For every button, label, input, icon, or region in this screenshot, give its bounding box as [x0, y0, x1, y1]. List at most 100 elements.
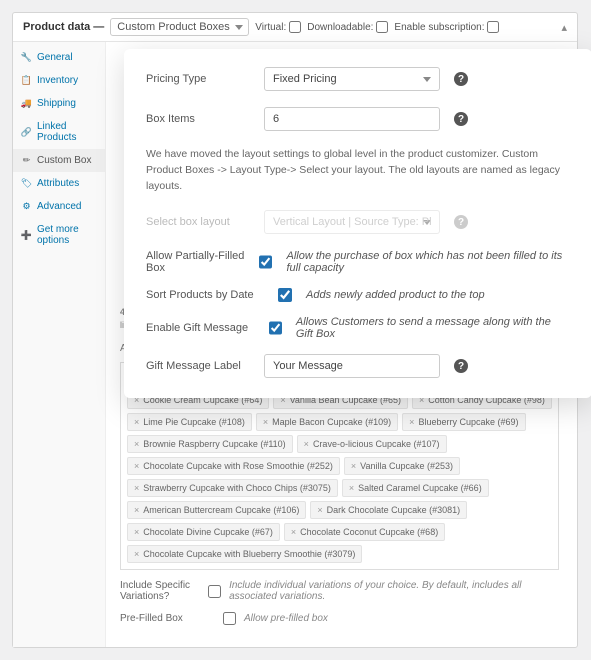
- allow-partial-desc: Allow the purchase of box which has not …: [286, 250, 570, 274]
- sidebar-item-label: Inventory: [37, 75, 78, 86]
- sidebar-item-label: Advanced: [37, 201, 81, 212]
- link-icon: 🔗: [21, 127, 32, 138]
- close-icon[interactable]: ×: [291, 527, 296, 537]
- product-tag-label: Vanilla Cupcake (#253): [360, 461, 453, 471]
- allow-partial-checkbox[interactable]: [259, 255, 272, 269]
- help-icon[interactable]: ?: [454, 359, 468, 373]
- select-layout-label: Select box layout: [146, 216, 250, 228]
- close-icon[interactable]: ×: [134, 483, 139, 493]
- product-tag[interactable]: × Blueberry Cupcake (#69): [402, 413, 525, 431]
- virtual-checkbox[interactable]: [289, 21, 301, 33]
- product-data-panel: Product data — Custom Product Boxes Virt…: [12, 12, 578, 648]
- include-variations-desc: Include individual variations of your ch…: [229, 580, 559, 602]
- close-icon[interactable]: ×: [134, 461, 139, 471]
- wrench-icon: 🔧: [21, 52, 32, 63]
- product-tag[interactable]: × Chocolate Coconut Cupcake (#68): [284, 523, 445, 541]
- product-tag[interactable]: ×Chocolate Cupcake with Blueberry Smooth…: [127, 545, 362, 563]
- panel-collapse-caret[interactable]: ▴: [561, 21, 567, 34]
- product-tag-label: Chocolate Coconut Cupcake (#68): [300, 527, 438, 537]
- panel-header: Product data — Custom Product Boxes Virt…: [13, 13, 577, 42]
- gift-message-label-label: Gift Message Label: [146, 360, 250, 372]
- close-icon[interactable]: ×: [304, 439, 309, 449]
- prefilled-checkbox[interactable]: [223, 612, 236, 625]
- product-tag[interactable]: × Maple Bacon Cupcake (#109): [256, 413, 398, 431]
- custom-box-settings-card: Pricing Type Fixed Pricing ? Box Items ?…: [124, 49, 591, 398]
- include-variations-row: Include Specific Variations? Include ind…: [120, 580, 559, 602]
- downloadable-toggle[interactable]: Downloadable:: [307, 21, 388, 33]
- sidebar-item-general[interactable]: 🔧 General: [13, 46, 105, 69]
- product-tag-label: Crave-o-licious Cupcake (#107): [313, 439, 440, 449]
- product-tag[interactable]: × Salted Caramel Cupcake (#66): [342, 479, 489, 497]
- include-variations-checkbox[interactable]: [208, 585, 221, 598]
- product-tag-label: Chocolate Divine Cupcake (#67): [143, 527, 273, 537]
- close-icon[interactable]: ×: [409, 417, 414, 427]
- pricing-type-label: Pricing Type: [146, 73, 250, 85]
- sidebar-item-shipping[interactable]: 🚚Shipping: [13, 92, 105, 115]
- downloadable-checkbox[interactable]: [376, 21, 388, 33]
- product-tag-label: Dark Chocolate Cupcake (#3081): [327, 505, 461, 515]
- allow-partial-label: Allow Partially-Filled Box: [146, 250, 245, 274]
- product-tag[interactable]: × Chocolate Divine Cupcake (#67): [127, 523, 280, 541]
- product-type-select[interactable]: Custom Product Boxes: [110, 18, 249, 36]
- sidebar-item-inventory[interactable]: 📋 Inventory: [13, 69, 105, 92]
- gift-message-label-input[interactable]: [264, 354, 440, 378]
- allow-partial-row: Allow Partially-Filled Box Allow the pur…: [146, 250, 570, 274]
- product-tag[interactable]: × Strawberry Cupcake with Choco Chips (#3…: [127, 479, 338, 497]
- prefilled-row: Pre-Filled Box Allow pre-filled box: [120, 612, 559, 625]
- product-tag[interactable]: × Crave-o-licious Cupcake (#107): [297, 435, 447, 453]
- include-variations-label: Include Specific Variations?: [120, 580, 200, 602]
- close-icon[interactable]: ×: [134, 549, 139, 559]
- close-icon[interactable]: ×: [134, 527, 139, 537]
- select-layout-row: Select box layout Vertical Layout | Sour…: [146, 210, 570, 234]
- product-tag-label: Maple Bacon Cupcake (#109): [272, 417, 391, 427]
- product-tag-label: American Buttercream Cupcake (#106): [143, 505, 299, 515]
- sidebar-item-label: General: [37, 52, 73, 63]
- sidebar-item-custom-box[interactable]: ✏Custom Box: [13, 149, 105, 172]
- product-tag[interactable]: × Vanilla Cupcake (#253): [344, 457, 460, 475]
- product-tag-label: Chocolate Cupcake with Rose Smoothie (#2…: [143, 461, 333, 471]
- close-icon[interactable]: ×: [349, 483, 354, 493]
- product-tag[interactable]: × Lime Pie Cupcake (#108): [127, 413, 252, 431]
- sort-products-checkbox[interactable]: [278, 288, 292, 302]
- close-icon[interactable]: ×: [263, 417, 268, 427]
- pencil-icon: ✏: [21, 155, 32, 166]
- product-tag[interactable]: × Brownie Raspberry Cupcake (#110): [127, 435, 293, 453]
- close-icon[interactable]: ×: [134, 439, 139, 449]
- prefilled-desc: Allow pre-filled box: [244, 613, 328, 624]
- sidebar-item-label: Linked Products: [37, 121, 97, 143]
- sidebar-item-advanced[interactable]: ⚙Advanced: [13, 195, 105, 218]
- help-icon[interactable]: ?: [454, 112, 468, 126]
- box-items-label: Box Items: [146, 113, 250, 125]
- product-tag-label: Lime Pie Cupcake (#108): [143, 417, 245, 427]
- help-icon[interactable]: ?: [454, 72, 468, 86]
- product-tag-label: Strawberry Cupcake with Choco Chips (#30…: [143, 483, 331, 493]
- sidebar-item-label: Get more options: [37, 224, 97, 246]
- inventory-icon: 📋: [21, 75, 32, 86]
- enable-subscription-checkbox[interactable]: [487, 21, 499, 33]
- sort-products-desc: Adds newly added product to the top: [306, 289, 485, 301]
- close-icon[interactable]: ×: [134, 505, 139, 515]
- virtual-toggle[interactable]: Virtual:: [255, 21, 301, 33]
- sidebar-item-get-more-options[interactable]: ➕Get more options: [13, 218, 105, 252]
- layout-moved-info: We have moved the layout settings to glo…: [146, 147, 570, 194]
- enable-subscription-toggle[interactable]: Enable subscription:: [394, 21, 499, 33]
- sidebar-item-label: Attributes: [37, 178, 79, 189]
- prefilled-label: Pre-Filled Box: [120, 613, 215, 624]
- product-tag-label: Salted Caramel Cupcake (#66): [358, 483, 482, 493]
- close-icon[interactable]: ×: [134, 417, 139, 427]
- product-tag-label: Brownie Raspberry Cupcake (#110): [143, 439, 285, 449]
- product-tag-label: Blueberry Cupcake (#69): [418, 417, 518, 427]
- gift-label-row: Gift Message Label ?: [146, 354, 570, 378]
- sidebar-item-attributes[interactable]: 🏷Attributes: [13, 172, 105, 195]
- enable-gift-desc: Allows Customers to send a message along…: [296, 316, 570, 340]
- sidebar-item-linked-products[interactable]: 🔗 Linked Products: [13, 115, 105, 149]
- close-icon[interactable]: ×: [317, 505, 322, 515]
- help-icon[interactable]: ?: [454, 215, 468, 229]
- enable-gift-row: Enable Gift Message Allows Customers to …: [146, 316, 570, 340]
- sort-products-label: Sort Products by Date: [146, 289, 264, 301]
- enable-gift-checkbox[interactable]: [269, 321, 282, 335]
- close-icon[interactable]: ×: [351, 461, 356, 471]
- product-tag[interactable]: × Chocolate Cupcake with Rose Smoothie (#…: [127, 457, 340, 475]
- pricing-type-select[interactable]: Fixed Pricing: [264, 67, 440, 91]
- box-items-input[interactable]: [264, 107, 440, 131]
